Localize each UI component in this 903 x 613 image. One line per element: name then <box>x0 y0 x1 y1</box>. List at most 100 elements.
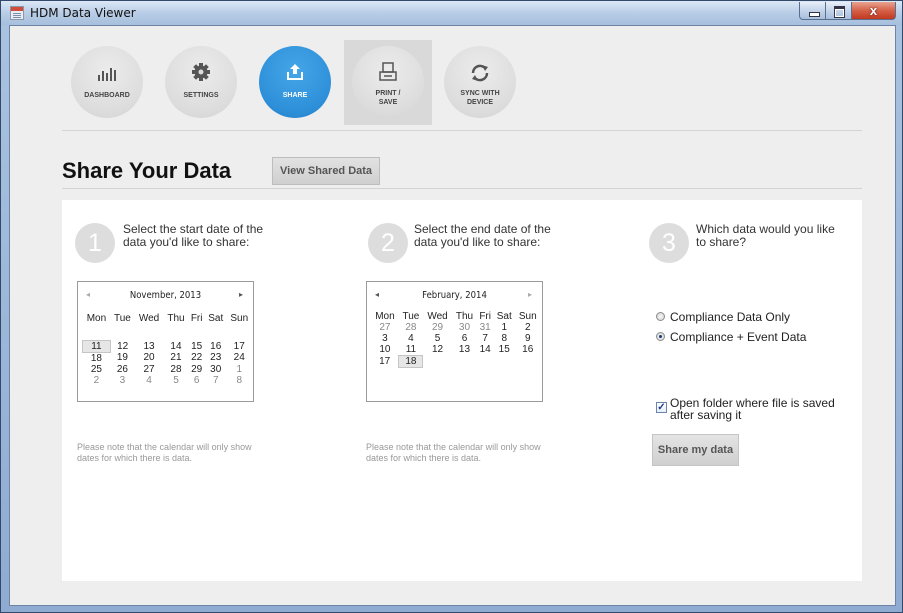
calendar-day[interactable]: 10 <box>371 344 399 356</box>
calendar-day[interactable]: 2 <box>515 322 541 333</box>
end-calendar-prev-arrow-icon[interactable]: ◂ <box>375 290 379 299</box>
calendar-day-other-month[interactable]: 8 <box>226 375 252 386</box>
view-shared-data-button[interactable]: View Shared Data <box>272 157 380 185</box>
calendar-day-other-month[interactable]: 1 <box>226 364 252 375</box>
calendar-day-empty <box>494 356 515 368</box>
step-3-badge: 3 <box>649 223 689 263</box>
start-calendar-grid: Mon Tue Wed Thu Fri Sat Sun 11 12 13 14 <box>82 312 252 386</box>
end-calendar-grid: Mon Tue Wed Thu Fri Sat Sun 27 28 29 30 … <box>371 310 541 368</box>
end-calendar-week: 10 11 12 13 14 15 16 <box>371 344 541 356</box>
calendar-day-selected[interactable]: 11 <box>82 339 111 353</box>
calendar-day[interactable]: 7 <box>477 333 494 344</box>
share-my-data-button[interactable]: Share my data <box>652 434 739 466</box>
open-folder-line2: after saving it <box>670 408 742 422</box>
start-calendar-header: ◂ November, 2013 ▸ <box>78 290 253 302</box>
weekday-sat: Sat <box>496 310 512 322</box>
calendar-day[interactable]: 14 <box>477 344 494 356</box>
calendar-day[interactable]: 18 <box>83 352 111 364</box>
app-icon <box>10 6 24 20</box>
calendar-day[interactable]: 15 <box>494 344 515 356</box>
start-calendar-note: Please note that the calendar will only … <box>77 442 252 464</box>
nav-sync-label: SYNC WITH DEVICE <box>444 89 516 107</box>
share-panel: 1 Select the start date of the data you'… <box>62 200 862 581</box>
calendar-day-empty <box>477 356 494 368</box>
nav-dashboard-button[interactable]: DASHBOARD <box>71 46 143 118</box>
calendar-day[interactable]: 23 <box>205 352 226 364</box>
nav-sync-button[interactable]: SYNC WITH DEVICE <box>444 46 516 118</box>
calendar-day[interactable]: 25 <box>83 364 111 375</box>
maximize-button[interactable] <box>826 2 852 20</box>
app-window: HDM Data Viewer x DASHBOARD SETTINGS SHA… <box>0 0 903 613</box>
calendar-day-other-month[interactable]: 31 <box>477 322 494 333</box>
calendar-day[interactable]: 15 <box>188 340 205 352</box>
calendar-day[interactable]: 1 <box>494 322 515 333</box>
weekday-thu: Thu <box>455 310 474 322</box>
nav-share-button[interactable]: SHARE <box>259 46 331 118</box>
weekday-sun: Sun <box>230 312 249 324</box>
calendar-day-other-month[interactable]: 4 <box>134 375 163 386</box>
calendar-day[interactable]: 19 <box>110 352 134 364</box>
calendar-day[interactable]: 26 <box>110 364 134 375</box>
weekday-sat: Sat <box>208 312 224 324</box>
calendar-day[interactable]: 9 <box>515 333 541 344</box>
calendar-day-other-month[interactable]: 28 <box>399 322 423 333</box>
start-calendar-next-arrow-icon[interactable]: ▸ <box>239 290 243 299</box>
calendar-day[interactable]: 16 <box>515 344 541 356</box>
calendar-day-other-month[interactable]: 7 <box>205 375 226 386</box>
calendar-day-other-month[interactable]: 29 <box>423 322 452 333</box>
weekday-sun: Sun <box>518 310 537 322</box>
calendar-day[interactable]: 29 <box>188 364 205 375</box>
radio-compliance-event[interactable] <box>656 332 665 341</box>
start-calendar-week: 2 3 4 5 6 7 8 <box>83 375 253 386</box>
end-calendar-week: 27 28 29 30 31 1 2 <box>371 322 541 333</box>
calendar-day[interactable]: 20 <box>134 352 163 364</box>
title-bar[interactable]: HDM Data Viewer x <box>1 1 902 25</box>
calendar-day[interactable]: 30 <box>205 364 226 375</box>
open-folder-checkbox[interactable]: ✓ <box>656 402 667 413</box>
calendar-day[interactable]: 13 <box>134 340 163 352</box>
calendar-day-selected[interactable]: 18 <box>398 355 424 368</box>
calendar-day[interactable]: 12 <box>110 340 134 352</box>
option-compliance-only-label: Compliance Data Only <box>670 310 791 324</box>
step-1-instructions: Select the start date of the data you'd … <box>123 223 263 249</box>
nav-settings-button[interactable]: SETTINGS <box>165 46 237 118</box>
end-calendar-week: 17 18 <box>371 355 541 368</box>
calendar-day[interactable]: 17 <box>371 356 399 368</box>
calendar-day[interactable]: 6 <box>452 333 477 344</box>
calendar-day[interactable]: 4 <box>399 333 423 344</box>
calendar-day[interactable]: 16 <box>205 340 226 352</box>
calendar-day[interactable]: 21 <box>164 352 189 364</box>
calendar-day-other-month[interactable]: 6 <box>188 375 205 386</box>
step-2-line2: data you'd like to share: <box>414 235 541 249</box>
calendar-day[interactable]: 24 <box>226 352 252 364</box>
start-calendar-prev-arrow-icon[interactable]: ◂ <box>86 290 90 299</box>
calendar-day[interactable]: 11 <box>399 344 423 356</box>
calendar-day[interactable]: 28 <box>164 364 189 375</box>
calendar-day[interactable]: 17 <box>226 340 252 352</box>
radio-compliance-only[interactable] <box>656 312 665 321</box>
nav-print-save-button[interactable]: PRINT / SAVE <box>352 46 424 118</box>
close-button[interactable]: x <box>852 2 896 20</box>
calendar-day[interactable]: 12 <box>423 344 452 356</box>
calendar-day[interactable]: 5 <box>423 333 452 344</box>
minimize-button[interactable] <box>799 2 826 20</box>
calendar-day[interactable]: 27 <box>134 364 163 375</box>
calendar-day-other-month[interactable]: 3 <box>110 375 134 386</box>
calendar-day[interactable]: 8 <box>494 333 515 344</box>
calendar-day-other-month[interactable]: 30 <box>452 322 477 333</box>
nav-divider <box>62 130 862 131</box>
nav-share-label: SHARE <box>282 92 308 99</box>
weekday-fri: Fri <box>190 312 203 324</box>
step-3-line2: to share? <box>696 235 747 249</box>
weekday-mon: Mon <box>375 310 395 322</box>
end-calendar-next-arrow-icon[interactable]: ▸ <box>528 290 532 299</box>
end-calendar-month: February, 2014 <box>422 290 487 301</box>
calendar-day[interactable]: 13 <box>452 344 477 356</box>
calendar-day-other-month[interactable]: 5 <box>164 375 189 386</box>
calendar-day[interactable]: 3 <box>371 333 399 344</box>
calendar-day-other-month[interactable]: 2 <box>83 375 111 386</box>
calendar-day[interactable]: 22 <box>188 352 205 364</box>
calendar-day-other-month[interactable]: 27 <box>371 322 399 333</box>
calendar-day[interactable]: 14 <box>164 340 189 352</box>
step-2-instructions: Select the end date of the data you'd li… <box>414 223 551 249</box>
